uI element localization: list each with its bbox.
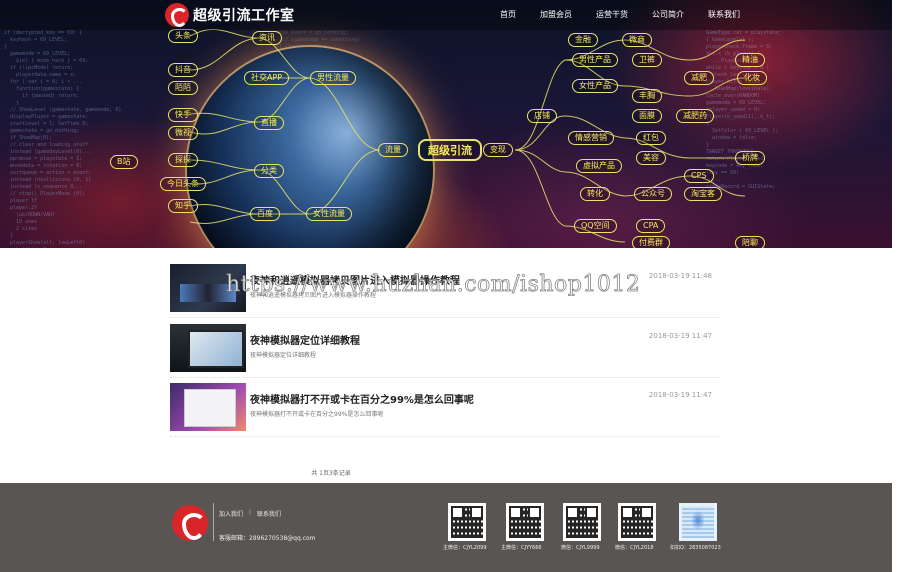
mindmap-node: 美容: [636, 151, 666, 165]
footer-email: 客服邮箱：2896270538@qq.com: [219, 535, 316, 542]
mindmap-node: 转化: [580, 187, 610, 201]
mindmap-node: B站: [110, 155, 138, 169]
footer-link-join[interactable]: 加入我们: [219, 509, 243, 518]
mindmap-node: 头条: [168, 29, 198, 43]
mindmap-node: 金融: [568, 33, 598, 47]
mindmap-node: 抖音: [168, 63, 198, 77]
mindmap-node: 减肥药: [676, 109, 714, 123]
main-menu: 首页 加盟会员 运营干货 公司简介 联系我们: [500, 9, 764, 20]
footer-logo-icon: [172, 505, 208, 541]
qr-code-image: [448, 503, 486, 541]
mindmap-node: 情感营销: [568, 131, 614, 145]
hero-banner: if (decrypted_key == 69) { keyhash = 69_…: [0, 0, 892, 248]
article-summary: 夜神模拟器打不开或卡在百分之99%是怎么回事呢: [250, 411, 384, 418]
mindmap-node: 女性流量: [306, 207, 352, 221]
brand-name: 超级引流工作室: [193, 8, 295, 24]
article-summary: 夜神模拟器定位详细教程: [250, 352, 317, 359]
mindmap-node: 流量: [378, 143, 408, 157]
pagination-info: 共 1页3条记录: [311, 470, 351, 477]
mindmap-node: 资讯: [252, 31, 282, 45]
article-date: 2018-03-19 11:48: [648, 272, 712, 280]
article-title[interactable]: 夜神模拟器打不开或卡在百分之99%是怎么回事呢: [250, 391, 474, 406]
nav-item-home[interactable]: 首页: [500, 9, 516, 20]
footer-link-separator: |: [249, 509, 252, 516]
mindmap-node: 丰胸: [632, 89, 662, 103]
mindmap-node: 探探: [168, 153, 198, 167]
mindmap-node: 男性流量: [310, 71, 356, 85]
mindmap-node: 百度: [250, 207, 280, 221]
mindmap-node: 社交APP: [244, 71, 290, 85]
article-date: 2018-03-19 11:47: [648, 332, 712, 340]
qr-code-label: 微信：CJYL9999: [561, 545, 600, 551]
mindmap-node: 微商: [622, 33, 652, 47]
qr-code-image: [506, 503, 544, 541]
qr-code-label: 主微信：CJYL2099: [443, 545, 487, 551]
footer: 加入我们 | 联系我们 客服邮箱：2896270538@qq.com 主微信：C…: [0, 483, 892, 572]
qr-code-label: 微信：CJYL2018: [615, 545, 654, 551]
qq-qr-image: [679, 503, 717, 541]
mindmap-node: 卫裤: [632, 53, 662, 67]
article-thumbnail[interactable]: [170, 324, 246, 372]
mindmap-node: 陪聊: [735, 236, 765, 248]
mindmap-node: 快手: [168, 108, 198, 122]
mindmap-node: 变现: [483, 143, 513, 157]
mindmap-node: CPS: [684, 169, 714, 183]
mindmap-node: 知乎: [168, 199, 198, 213]
logo-icon: [165, 3, 189, 27]
mindmap-node: 付费群: [632, 236, 670, 248]
qr-code-image: [563, 503, 601, 541]
mindmap-node: 微视: [168, 126, 198, 140]
qr-code-label: 扣扣Q：2835087023: [670, 545, 721, 551]
footer-links: 加入我们 | 联系我们: [219, 509, 287, 518]
footer-divider: [213, 503, 214, 541]
nav-item-contact[interactable]: 联系我们: [708, 9, 740, 20]
footer-link-contact[interactable]: 联系我们: [257, 509, 281, 518]
article-title[interactable]: 夜神模拟器定位详细教程: [250, 332, 360, 347]
qr-code-image: [618, 503, 656, 541]
mindmap-node: CPA: [636, 219, 666, 233]
nav-item-about[interactable]: 公司简介: [652, 9, 684, 20]
mindmap-connectors: [189, 28, 746, 243]
mindmap-node: QQ空间: [574, 219, 617, 233]
mindmap-node: 桥牌: [735, 151, 765, 165]
top-nav: 超级引流工作室 首页 加盟会员 运营干货 公司简介 联系我们: [0, 0, 892, 30]
mindmap-node: 淘宝客: [684, 187, 722, 201]
mindmap-node: 减肥: [684, 71, 714, 85]
site-logo[interactable]: 超级引流工作室: [165, 2, 295, 28]
mindmap-node: 红包: [636, 131, 666, 145]
article-thumbnail[interactable]: [170, 383, 246, 431]
page-edge: [892, 0, 900, 572]
mindmap-node: 店铺: [527, 109, 557, 123]
mindmap-node: 今日头条: [160, 177, 206, 191]
mindmap-node: 直播: [254, 116, 284, 130]
nav-item-operations[interactable]: 运营干货: [596, 9, 628, 20]
mindmap-node: 化妆: [737, 71, 767, 85]
mindmap-node: 精油: [735, 53, 765, 67]
watermark-text: https://www.huzhan.com/ishop1012: [226, 272, 641, 298]
mindmap-node: 虚拟产品: [576, 159, 622, 173]
mindmap-node: 陌陌: [168, 81, 198, 95]
qr-code-label: 主微信：CJYY666: [501, 545, 542, 551]
mindmap-node: 公众号: [634, 187, 672, 201]
mindmap-node: 男性产品: [572, 53, 618, 67]
article-date: 2018-03-19 11:47: [648, 391, 712, 399]
mindmap-node: 分类: [254, 164, 284, 178]
nav-item-membership[interactable]: 加盟会员: [540, 9, 572, 20]
mindmap-node: 女性产品: [572, 79, 618, 93]
list-item[interactable]: 夜神模拟器打不开或卡在百分之99%是怎么回事呢 2018-03-19 11:47…: [170, 379, 720, 437]
list-item[interactable]: 夜神模拟器定位详细教程 2018-03-19 11:47 夜神模拟器定位详细教程: [170, 320, 720, 378]
mindmap-node: 面膜: [632, 109, 662, 123]
mindmap-center-node: 超级引流: [418, 139, 482, 161]
